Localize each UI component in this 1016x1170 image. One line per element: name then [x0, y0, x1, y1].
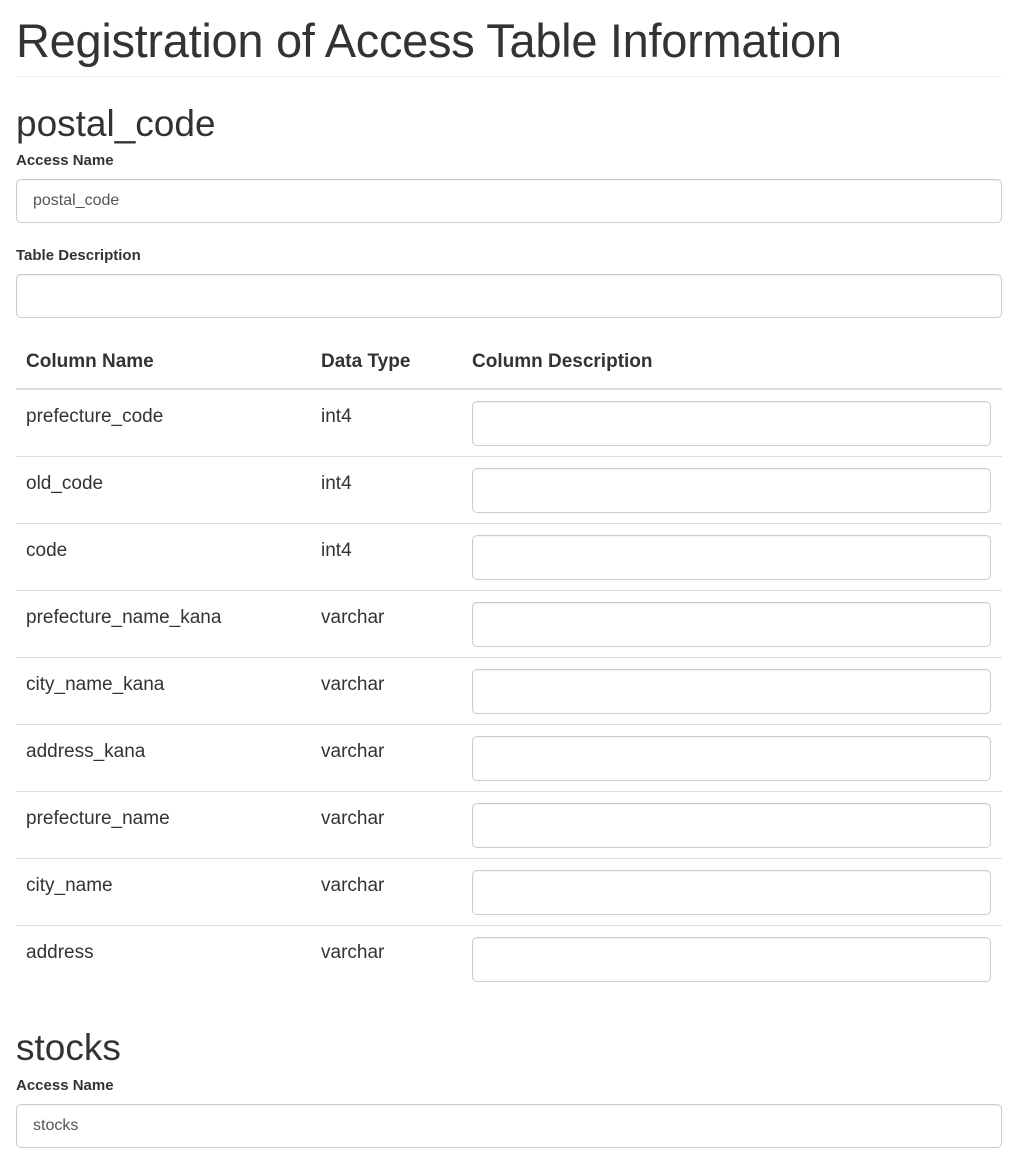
table-row: code int4: [16, 522, 1002, 590]
column-description-cell: [462, 924, 1002, 992]
data-type-cell: varchar: [311, 723, 462, 791]
column-description-input[interactable]: [472, 668, 991, 714]
data-type-cell: varchar: [311, 857, 462, 925]
data-type-cell: int4: [311, 522, 462, 590]
column-description-input[interactable]: [472, 601, 991, 647]
data-type-header: Data Type: [311, 335, 462, 390]
table-row: old_code int4: [16, 455, 1002, 523]
column-name-cell: prefecture_code: [26, 406, 164, 427]
table-name-heading: postal_code: [16, 103, 216, 144]
table-row: address_kana varchar: [16, 723, 1002, 791]
column-description-cell: [462, 589, 1002, 657]
data-type-cell: varchar: [311, 589, 462, 657]
table-section-stocks: stocks Access Name: [16, 1028, 1002, 1148]
column-name-cell: old_code: [16, 455, 311, 523]
access-name-input[interactable]: [16, 179, 1002, 223]
column-name-cell: address: [16, 924, 311, 992]
table-row: city_name_kana varchar: [16, 656, 1002, 724]
column-name-cell: city_name_kana: [16, 656, 311, 724]
table-row: prefecture_name_kana varchar: [16, 589, 1002, 657]
data-type-cell: varchar: [311, 656, 462, 724]
table-section-postal-code: postal_code Access Name Table Descriptio…: [16, 104, 1002, 992]
table-row: prefecture_code int4: [16, 389, 1002, 456]
column-name-header: Column Name: [16, 335, 311, 390]
column-description-header: Column Description: [462, 335, 1002, 390]
column-name-cell: prefecture_name: [16, 790, 311, 858]
column-description-input[interactable]: [472, 467, 991, 513]
table-row: prefecture_name varchar: [16, 790, 1002, 858]
column-description-cell: [462, 522, 1002, 590]
data-type-cell: varchar: [311, 924, 462, 992]
table-row: address varchar: [16, 924, 1002, 992]
column-name-cell: city_name: [16, 857, 311, 925]
column-name-cell: prefecture_name_kana: [16, 589, 311, 657]
column-description-cell: [462, 455, 1002, 523]
table-description-label: Table Description: [16, 247, 141, 264]
column-description-cell: [462, 723, 1002, 791]
data-type-cell: varchar: [311, 790, 462, 858]
columns-header-row: Column Name Data Type Column Description: [16, 335, 1002, 390]
column-description-input[interactable]: [472, 802, 991, 848]
column-description-cell: [462, 857, 1002, 925]
page-title: Registration of Access Table Information: [16, 0, 1002, 77]
column-description-input[interactable]: [472, 534, 991, 580]
table-row: city_name varchar: [16, 857, 1002, 925]
column-description-cell: [462, 790, 1002, 858]
columns-table: Column Name Data Type Column Description…: [16, 335, 1002, 992]
column-description-input[interactable]: [472, 735, 991, 781]
column-name-cell: address_kana: [16, 723, 311, 791]
column-name-cell: code: [16, 522, 311, 590]
access-name-label: Access Name: [16, 152, 114, 169]
column-description-cell: [462, 656, 1002, 724]
table-description-input[interactable]: [16, 274, 1002, 318]
column-description-input[interactable]: [472, 869, 991, 915]
column-description-cell: [462, 389, 1002, 456]
access-name-label: Access Name: [16, 1077, 114, 1094]
column-description-input[interactable]: [472, 936, 991, 982]
access-name-input[interactable]: [16, 1104, 1002, 1148]
main-container: Registration of Access Table Information…: [16, 0, 1002, 1148]
table-name-heading: stocks: [16, 1027, 121, 1068]
column-description-input[interactable]: [472, 401, 991, 446]
data-type-cell: int4: [321, 406, 352, 427]
data-type-cell: int4: [311, 455, 462, 523]
